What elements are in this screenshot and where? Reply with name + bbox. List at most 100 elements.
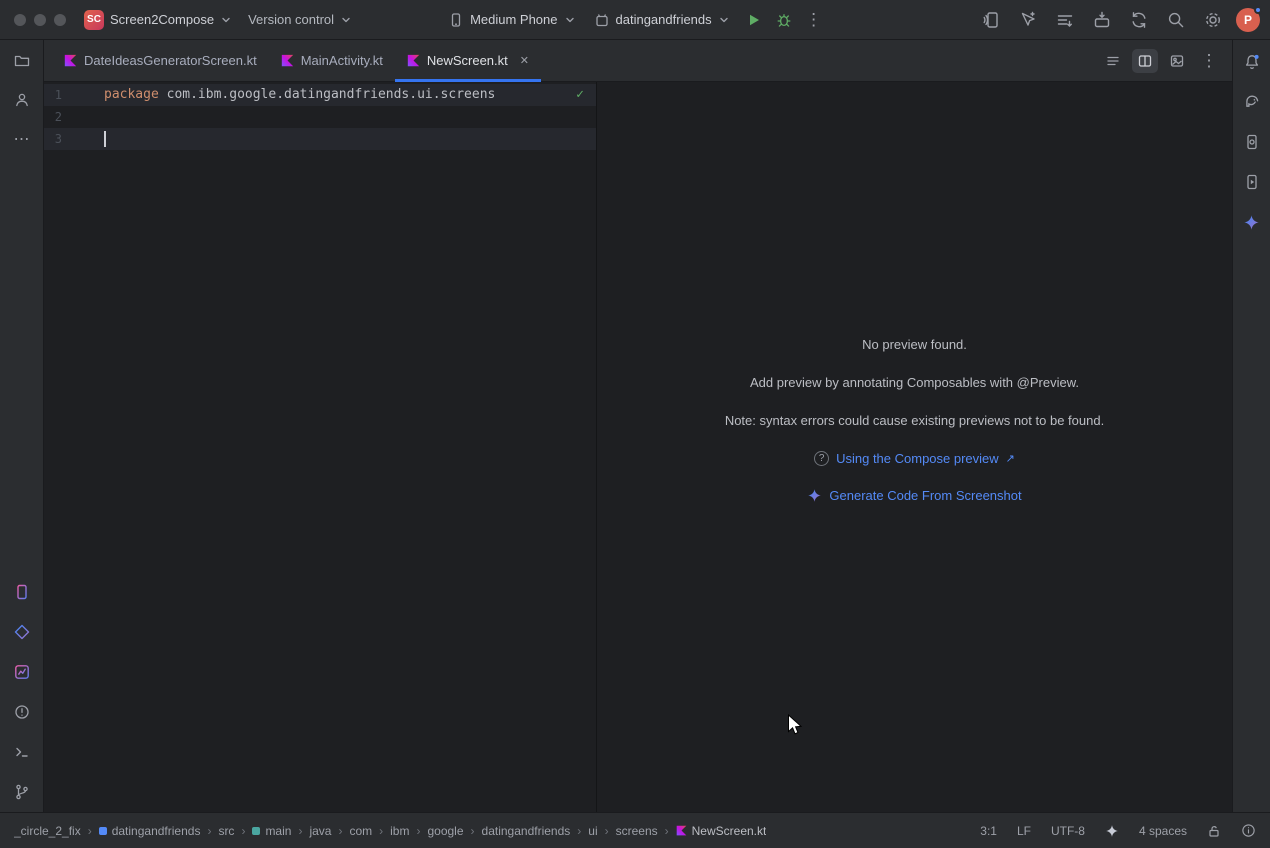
code-line-2[interactable]: 2 xyxy=(44,106,596,128)
breadcrumb-separator-icon: › xyxy=(471,824,475,838)
design-view-button[interactable] xyxy=(1164,49,1190,73)
running-devices-panel-button[interactable] xyxy=(1238,168,1266,196)
breadcrumb-label: datingandfriends xyxy=(112,824,201,838)
editor-split: 1 package com.ibm.google.datingandfriend… xyxy=(44,82,1232,812)
run-configuration-selector[interactable]: datingandfriends xyxy=(586,5,738,35)
code-editor[interactable]: 1 package com.ibm.google.datingandfriend… xyxy=(44,82,596,812)
right-tool-strip xyxy=(1232,40,1270,812)
breadcrumb-item[interactable]: main xyxy=(252,824,291,838)
zoom-window-button[interactable] xyxy=(54,14,66,26)
version-control-menu[interactable]: Version control xyxy=(240,5,360,35)
breadcrumb-separator-icon: › xyxy=(338,824,342,838)
chart-box-icon xyxy=(13,663,31,681)
window-controls xyxy=(10,14,76,26)
indent-widget[interactable]: 4 spaces xyxy=(1139,824,1187,838)
search-everywhere-button[interactable] xyxy=(1162,6,1190,34)
breadcrumb-separator-icon: › xyxy=(577,824,581,838)
problems-tool-button[interactable] xyxy=(8,698,36,726)
breadcrumb-separator-icon: › xyxy=(665,824,669,838)
run-button[interactable] xyxy=(740,6,768,34)
sync-icon xyxy=(1129,10,1149,30)
device-play-icon xyxy=(1243,173,1261,191)
bell-icon xyxy=(1243,53,1261,71)
chevron-down-icon xyxy=(564,14,576,26)
code-line-1[interactable]: 1 package com.ibm.google.datingandfriend… xyxy=(44,84,596,106)
design-view-icon xyxy=(1169,53,1185,69)
kotlin-file-icon xyxy=(64,54,77,67)
compose-preview-doc-link[interactable]: ? Using the Compose preview ↗ xyxy=(814,451,1015,466)
breadcrumb-item[interactable]: google xyxy=(427,824,463,838)
tab-newscreen[interactable]: NewScreen.kt ✕ xyxy=(395,40,541,81)
device-mirroring-button[interactable] xyxy=(977,6,1005,34)
encoding-widget[interactable]: UTF-8 xyxy=(1051,824,1085,838)
line-number: 1 xyxy=(44,84,68,106)
readonly-toggle[interactable] xyxy=(1207,824,1221,838)
unlocked-icon xyxy=(1207,824,1221,838)
breadcrumb-item[interactable]: src xyxy=(218,824,234,838)
breadcrumb-item-file[interactable]: NewScreen.kt xyxy=(676,824,767,838)
gemini-tool-button[interactable] xyxy=(1238,208,1266,236)
terminal-tool-button[interactable] xyxy=(8,738,36,766)
gemini-star-icon xyxy=(807,488,822,503)
avatar-initial: P xyxy=(1244,13,1252,27)
breadcrumb-item[interactable]: screens xyxy=(616,824,658,838)
device-selector[interactable]: Medium Phone xyxy=(440,5,583,35)
breadcrumb-item[interactable]: java xyxy=(309,824,331,838)
caret-position-widget[interactable]: 3:1 xyxy=(980,824,997,838)
status-info-button[interactable] xyxy=(1241,823,1256,838)
keyword: package xyxy=(104,87,159,102)
breadcrumb-item[interactable]: com xyxy=(349,824,372,838)
minimize-window-button[interactable] xyxy=(34,14,46,26)
inspections-ok-icon[interactable]: ✓ xyxy=(576,87,584,102)
breadcrumb-item[interactable]: _circle_2_fix xyxy=(14,824,81,838)
resource-manager-tool-button[interactable] xyxy=(8,618,36,646)
kotlin-file-icon xyxy=(676,825,687,836)
play-icon xyxy=(746,12,762,28)
breadcrumb-item[interactable]: ibm xyxy=(390,824,409,838)
breadcrumb-label: NewScreen.kt xyxy=(692,824,767,838)
breadcrumb-label: java xyxy=(309,824,331,838)
breadcrumb-item[interactable]: ui xyxy=(588,824,597,838)
more-tool-windows-button[interactable]: ⋯ xyxy=(8,126,36,154)
project-tool-button[interactable] xyxy=(8,46,36,74)
tab-mainactivity[interactable]: MainActivity.kt xyxy=(269,40,395,81)
device-mirroring-icon xyxy=(981,10,1001,30)
avatar[interactable]: P xyxy=(1236,8,1260,32)
more-horizontal-icon: ⋯ xyxy=(14,132,30,148)
close-window-button[interactable] xyxy=(14,14,26,26)
debug-button[interactable] xyxy=(770,6,798,34)
gemini-status-widget[interactable] xyxy=(1105,824,1119,838)
notifications-button[interactable] xyxy=(1238,48,1266,76)
breadcrumb-label: com xyxy=(349,824,372,838)
split-view-button[interactable] xyxy=(1132,49,1158,73)
tab-dateideasgeneratorscreen[interactable]: DateIdeasGeneratorScreen.kt xyxy=(52,40,269,81)
settings-button[interactable] xyxy=(1199,6,1227,34)
more-vertical-icon: ⋮ xyxy=(805,11,822,28)
code-text: com.ibm.google.datingandfriends.ui.scree… xyxy=(159,87,496,102)
sync-project-button[interactable] xyxy=(1125,6,1153,34)
breadcrumb-item[interactable]: datingandfriends xyxy=(99,824,201,838)
editor-more-options-button[interactable]: ⋮ xyxy=(1196,49,1222,73)
breadcrumb-item[interactable]: datingandfriends xyxy=(482,824,571,838)
gemini-star-icon xyxy=(1243,214,1260,231)
bug-icon xyxy=(775,11,793,29)
tab-label: DateIdeasGeneratorScreen.kt xyxy=(84,53,257,68)
close-tab-icon[interactable]: ✕ xyxy=(520,54,529,67)
gradle-tool-button[interactable] xyxy=(1238,88,1266,116)
more-actions-button[interactable]: ⋮ xyxy=(800,6,828,34)
build-menu-button[interactable] xyxy=(1051,6,1079,34)
device-manager-tool-button[interactable] xyxy=(1238,128,1266,156)
app-quality-insights-tool-button[interactable] xyxy=(8,658,36,686)
version-control-tool-button[interactable] xyxy=(8,778,36,806)
code-line-3[interactable]: 3 xyxy=(44,128,596,150)
running-devices-tool-button[interactable] xyxy=(8,578,36,606)
ai-assistant-button[interactable] xyxy=(1014,6,1042,34)
commit-tool-button[interactable] xyxy=(8,86,36,114)
breadcrumb-separator-icon: › xyxy=(379,824,383,838)
terminal-icon xyxy=(13,743,31,761)
generate-code-from-screenshot-link[interactable]: Generate Code From Screenshot xyxy=(807,488,1021,503)
main-menu-button[interactable]: SC Screen2Compose xyxy=(76,5,240,35)
code-view-button[interactable] xyxy=(1100,49,1126,73)
line-separator-widget[interactable]: LF xyxy=(1017,824,1031,838)
sdk-manager-button[interactable] xyxy=(1088,6,1116,34)
